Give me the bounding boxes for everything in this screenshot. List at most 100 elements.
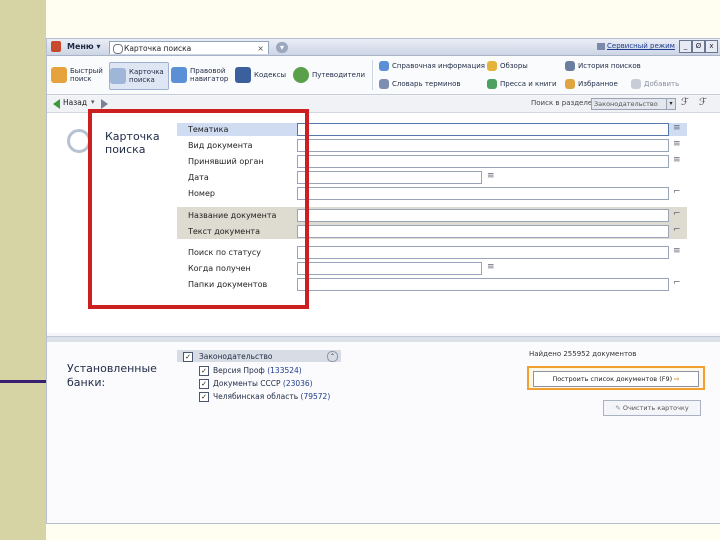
- restore-button[interactable]: Ø: [692, 40, 705, 53]
- number-edit-icon[interactable]: ⌐: [673, 187, 683, 198]
- dictionary-label: Словарь терминов: [392, 80, 461, 88]
- favorites-label: Избранное: [578, 80, 618, 88]
- clear-card-label: Очистить карточку: [622, 404, 689, 412]
- group-collapse-icon[interactable]: ⌃: [327, 351, 338, 362]
- font-down-icon[interactable]: ℱ: [699, 97, 707, 108]
- received-list-icon[interactable]: ≡: [487, 262, 497, 273]
- press-icon: [487, 79, 497, 89]
- reviews-label: Обзоры: [500, 62, 528, 70]
- highlight-frame: [88, 109, 309, 309]
- minimize-button[interactable]: _: [679, 40, 692, 53]
- field-input-doc-type[interactable]: [297, 139, 669, 152]
- installed-banks-panel: Установленные банки: ✓ Законодательство …: [47, 342, 720, 523]
- section-dropdown-icon[interactable]: ▾: [666, 98, 676, 110]
- back-arrow-icon[interactable]: [53, 99, 60, 109]
- history-icon: [565, 61, 575, 71]
- reference-info-label: Справочная информация: [392, 62, 485, 70]
- guides-label: Путеводители: [312, 71, 365, 79]
- bank-name-ussr: Документы СССР: [213, 379, 281, 388]
- legal-navigator-button[interactable]: Правовой навигатор: [171, 62, 231, 88]
- doc-name-edit-icon[interactable]: ⌐: [673, 209, 683, 220]
- field-input-folders[interactable]: [297, 278, 669, 291]
- field-input-status[interactable]: [297, 246, 669, 259]
- reference-icon: [379, 61, 389, 71]
- favorites-link[interactable]: Избранное: [565, 77, 625, 91]
- add-favorite-label: Добавить: [644, 80, 680, 88]
- found-count: Найдено 255952 документов: [529, 350, 637, 358]
- bank-item-prof: Версия Проф (133524): [213, 366, 302, 375]
- reference-info-link[interactable]: Справочная информация: [379, 59, 489, 73]
- guides-button[interactable]: Путеводители: [293, 62, 367, 88]
- codex-icon: [235, 67, 251, 83]
- menu-button[interactable]: Меню ▾: [63, 40, 105, 54]
- bank-count-prof: (133524): [267, 366, 302, 375]
- field-input-number[interactable]: [297, 187, 669, 200]
- press-link[interactable]: Пресса и книги: [487, 77, 557, 91]
- folders-edit-icon[interactable]: ⌐: [673, 278, 683, 289]
- bank-checkbox-prof[interactable]: ✓: [199, 366, 209, 376]
- font-up-icon[interactable]: ℱ: [681, 97, 689, 108]
- service-mode-icon: [597, 43, 605, 50]
- forward-arrow-icon[interactable]: [101, 99, 108, 109]
- authority-list-icon[interactable]: ≡: [673, 155, 683, 166]
- codex-label: Кодексы: [254, 71, 287, 79]
- quick-search-icon: [51, 67, 67, 83]
- build-arrow-icon: ⇨: [674, 375, 680, 383]
- bank-item-ussr: Документы СССР (23036): [213, 379, 313, 388]
- quick-search-button[interactable]: Быстрый поиск: [51, 62, 107, 88]
- search-card-button[interactable]: Карточка поиска: [109, 62, 169, 90]
- favorites-icon: [565, 79, 575, 89]
- slide-left-band: [0, 0, 46, 540]
- new-tab-icon[interactable]: ▾: [276, 42, 288, 53]
- bank-checkbox-chelyabinsk[interactable]: ✓: [199, 392, 209, 402]
- reviews-link[interactable]: Обзоры: [487, 59, 557, 73]
- tab-search-card[interactable]: Карточка поиска ×: [109, 41, 269, 54]
- codex-button[interactable]: Кодексы: [235, 62, 287, 88]
- field-input-received[interactable]: [297, 262, 482, 275]
- add-favorite-link[interactable]: Добавить: [631, 77, 691, 91]
- doc-type-list-icon[interactable]: ≡: [673, 139, 683, 150]
- field-input-authority[interactable]: [297, 155, 669, 168]
- reviews-icon: [487, 61, 497, 71]
- bank-item-chelyabinsk: Челябинская область (79572): [213, 392, 330, 401]
- back-label[interactable]: Назад: [63, 98, 87, 107]
- field-input-topic[interactable]: [297, 123, 669, 136]
- group-label: Законодательство: [199, 352, 273, 361]
- search-section-label: Поиск в разделе: [531, 99, 593, 107]
- installed-banks-title-line1: Установленные: [67, 362, 157, 375]
- status-list-icon[interactable]: ≡: [673, 246, 683, 257]
- build-list-highlight: Построить список документов (F9) ⇨: [527, 366, 705, 390]
- bank-checkbox-ussr[interactable]: ✓: [199, 379, 209, 389]
- installed-banks-title: Установленные банки:: [67, 362, 157, 390]
- dictionary-icon: [379, 79, 389, 89]
- dictionary-link[interactable]: Словарь терминов: [379, 77, 489, 91]
- search-card-label: Карточка поиска: [129, 68, 164, 84]
- back-dropdown-icon[interactable]: ▾: [91, 98, 95, 106]
- tab-close-icon[interactable]: ×: [257, 42, 264, 55]
- toolbar-divider: [372, 60, 373, 90]
- clear-card-button[interactable]: ✎ Очистить карточку: [603, 400, 701, 416]
- close-button[interactable]: x: [705, 40, 718, 53]
- field-input-doc-text[interactable]: [297, 225, 669, 238]
- legal-navigator-label: Правовой навигатор: [190, 67, 229, 83]
- search-history-link[interactable]: История поисков: [565, 59, 665, 73]
- search-history-label: История поисков: [578, 62, 641, 70]
- add-icon: [631, 79, 641, 89]
- tab-search-icon: [113, 44, 123, 54]
- installed-banks-title-line2: банки:: [67, 376, 106, 389]
- guides-icon: [293, 67, 309, 83]
- tab-title: Карточка поиска: [124, 44, 192, 53]
- eraser-icon: ✎: [615, 404, 621, 412]
- build-list-button[interactable]: Построить список документов (F9) ⇨: [533, 371, 699, 387]
- search-section-select[interactable]: Законодательство: [591, 98, 667, 110]
- slide-divider-rule: [0, 380, 46, 383]
- main-toolbar: Быстрый поиск Карточка поиска Правовой н…: [47, 56, 720, 95]
- group-checkbox[interactable]: ✓: [183, 352, 193, 362]
- doc-text-edit-icon[interactable]: ⌐: [673, 225, 683, 236]
- service-mode-link[interactable]: Сервисный режим: [607, 42, 675, 50]
- field-input-doc-name[interactable]: [297, 209, 669, 222]
- topic-list-icon[interactable]: ≡: [673, 123, 683, 134]
- bank-count-ussr: (23036): [282, 379, 313, 388]
- field-input-date[interactable]: [297, 171, 482, 184]
- date-list-icon[interactable]: ≡: [487, 171, 497, 182]
